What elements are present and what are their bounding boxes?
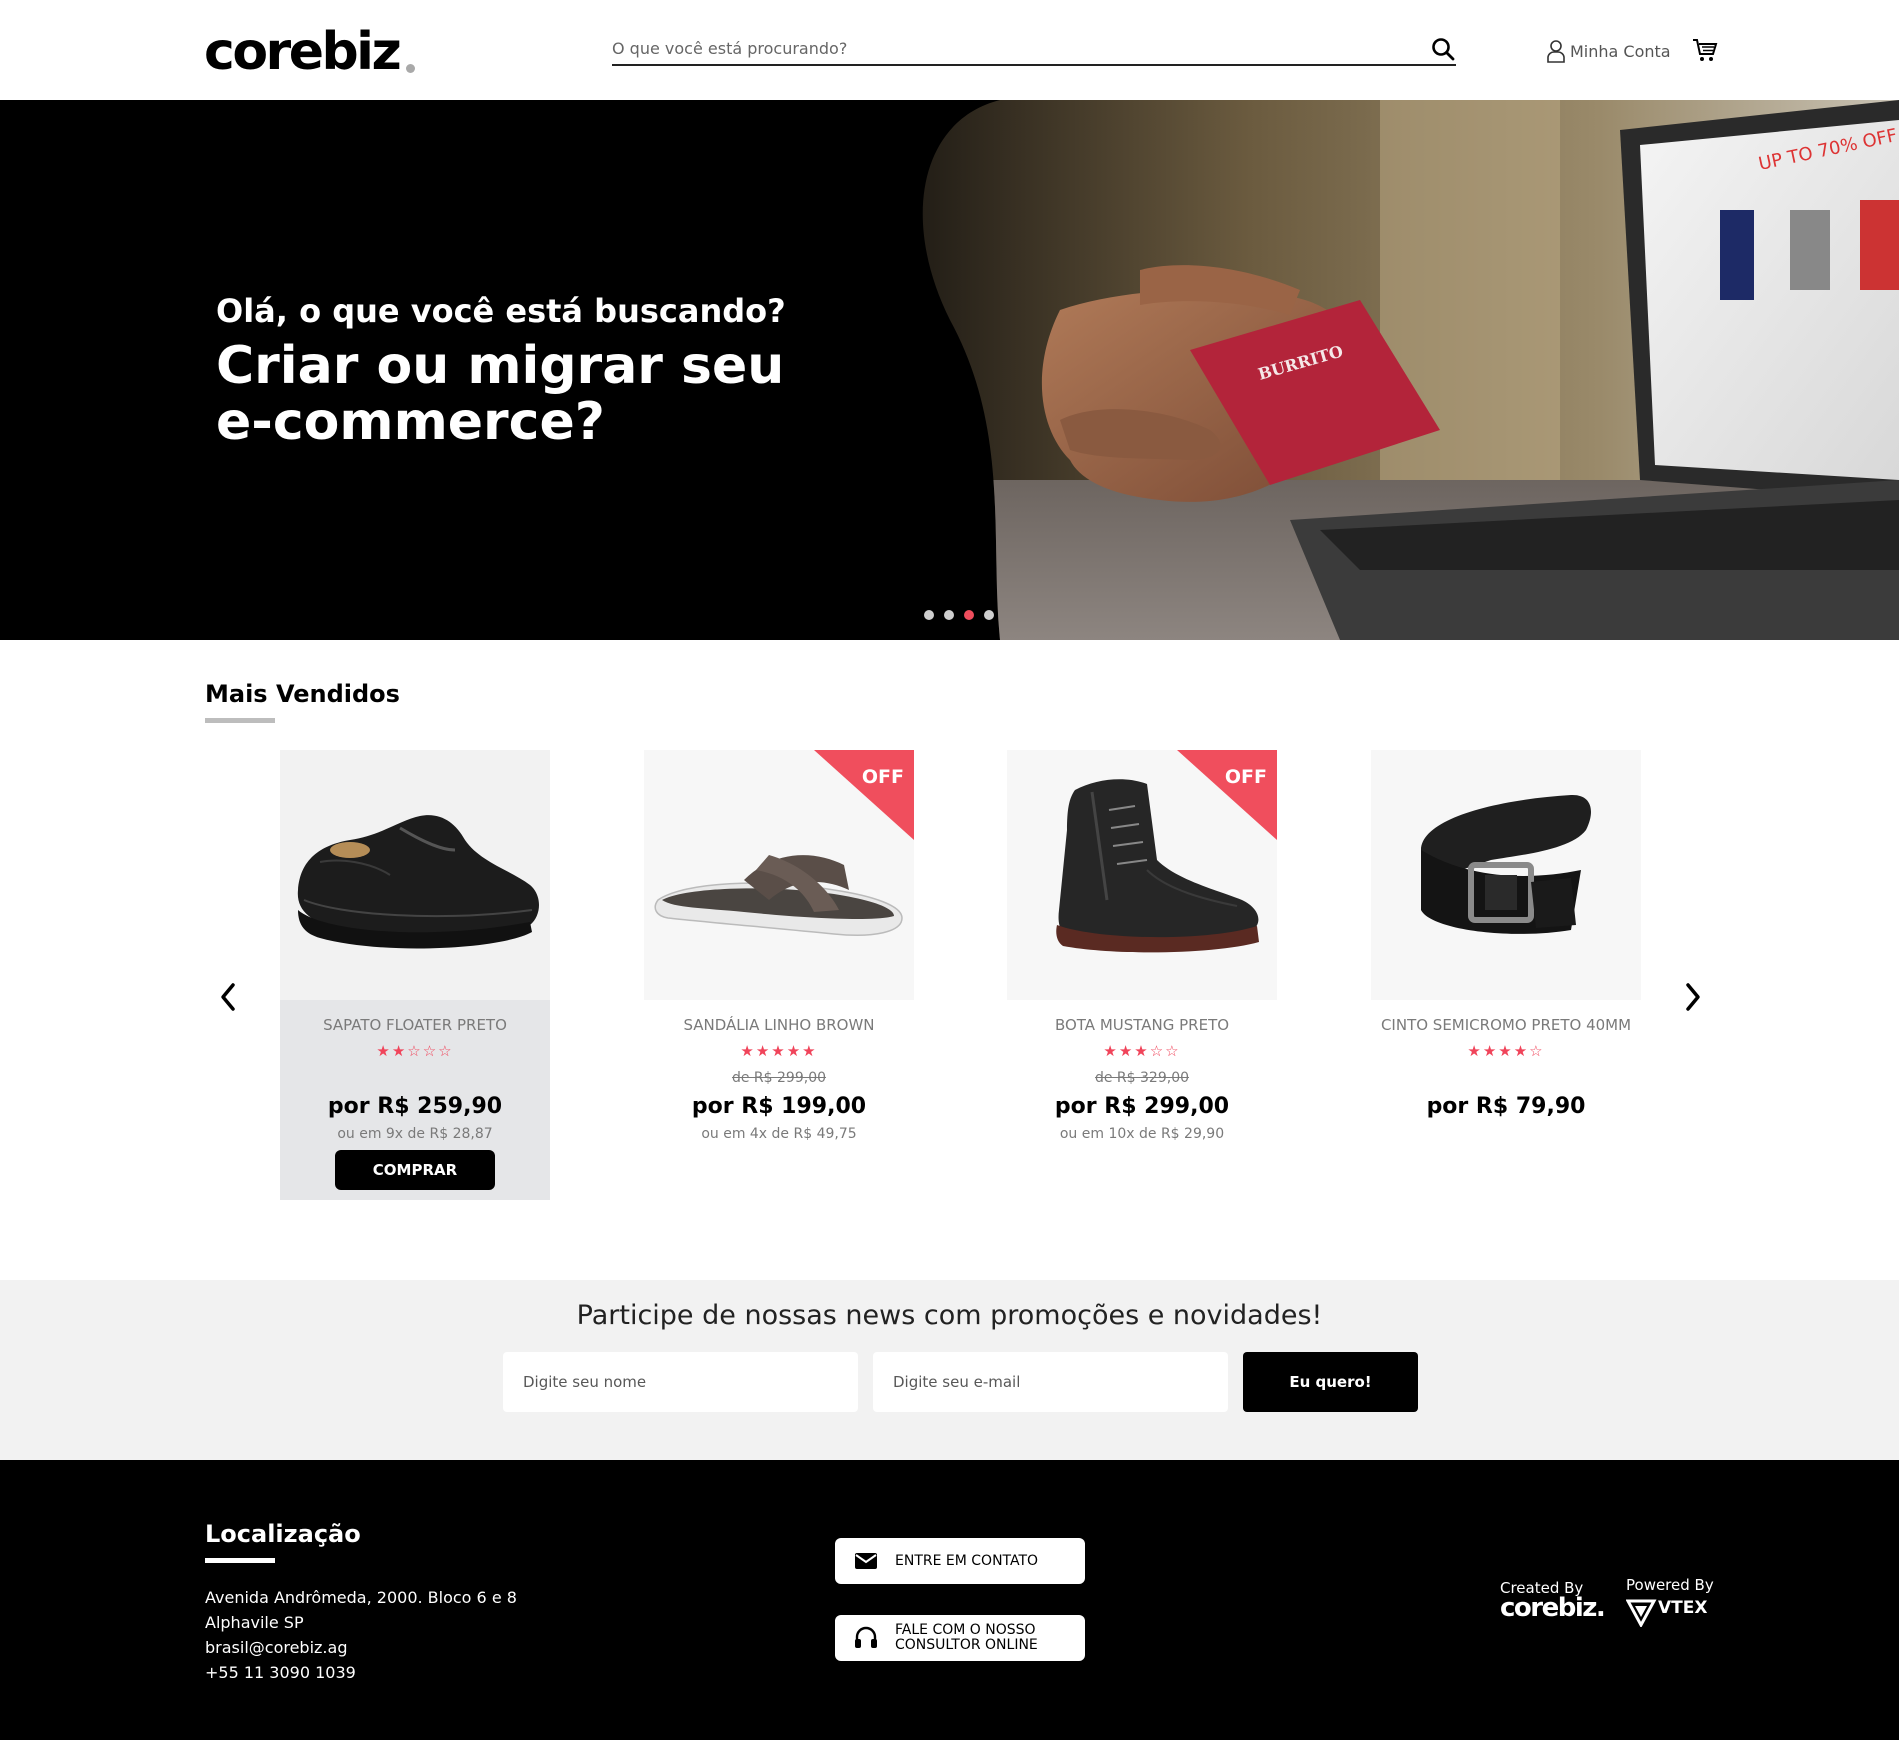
product-image[interactable] — [1371, 750, 1641, 1000]
product-price: por R$ 79,90 — [1426, 1094, 1586, 1119]
consultant-label-line-2: CONSULTOR ONLINE — [895, 1637, 1038, 1653]
user-icon — [1547, 40, 1565, 63]
carousel-dot-2[interactable] — [944, 610, 954, 620]
my-account-label: Minha Conta — [1570, 41, 1671, 61]
best-sellers-title: Mais Vendidos — [205, 680, 400, 708]
buy-button[interactable]: COMPRAR — [335, 1150, 495, 1190]
product-name[interactable]: SANDÁLIA LINHO BROWN — [644, 1016, 914, 1034]
carousel-dot-1[interactable] — [924, 610, 934, 620]
shoe-image — [297, 815, 539, 949]
product-image[interactable] — [280, 750, 550, 1000]
list-price: de R$ 329,00 — [1094, 1070, 1190, 1086]
newsletter-title: Participe de nossas news com promoções e… — [576, 1300, 1323, 1331]
product-card[interactable]: OFF BOTA MUSTANG PRETO ★★★☆☆ de R$ 329,0… — [1007, 750, 1277, 1200]
title-underline — [205, 718, 275, 723]
address-line-2: Alphavile SP — [205, 1613, 304, 1632]
corebiz-footer-logo[interactable]: corebiz. — [1500, 1593, 1606, 1623]
search-input[interactable] — [612, 34, 1392, 62]
product-image[interactable]: OFF — [644, 750, 914, 1000]
product-name[interactable]: SAPATO FLOATER PRETO — [280, 1016, 550, 1034]
contact-button-label: ENTRE EM CONTATO — [895, 1552, 1039, 1569]
product-card[interactable]: CINTO SEMICROMO PRETO 40MM ★★★★☆ por R$ … — [1371, 750, 1641, 1200]
contact-button[interactable]: ENTRE EM CONTATO — [835, 1538, 1085, 1584]
credits: Created By corebiz. Powered By VTEX — [1500, 1575, 1720, 1635]
rating-stars: ★★☆☆☆ — [376, 1042, 454, 1060]
list-price: de R$ 299,00 — [731, 1070, 827, 1086]
logo-dot — [406, 64, 415, 73]
off-badge: OFF — [814, 750, 914, 840]
carousel-dots — [924, 610, 994, 620]
carousel-dot-3[interactable] — [964, 610, 974, 620]
off-badge: OFF — [1177, 750, 1277, 840]
installments: ou em 4x de R$ 49,75 — [701, 1126, 857, 1142]
footer-email[interactable]: brasil@corebiz.ag — [205, 1635, 517, 1660]
rating-stars: ★★★☆☆ — [1103, 1042, 1181, 1060]
installments: ou em 9x de R$ 28,87 — [337, 1126, 493, 1142]
belt-image — [1421, 794, 1591, 934]
product-card[interactable]: OFF SANDÁLIA LINHO BROWN ★★★★★ de R$ 299… — [644, 750, 914, 1200]
search-bar — [612, 34, 1456, 66]
corebiz-logo[interactable]: corebiz — [204, 22, 402, 82]
product-name[interactable]: CINTO SEMICROMO PRETO 40MM — [1371, 1016, 1641, 1034]
address-line-1: Avenida Andrômeda, 2000. Bloco 6 e 8 — [205, 1588, 517, 1607]
product-image[interactable]: OFF — [1007, 750, 1277, 1000]
footer-phone[interactable]: +55 11 3090 1039 — [205, 1660, 517, 1685]
rating-stars: ★★★★☆ — [1467, 1042, 1545, 1060]
product-price: por R$ 199,00 — [691, 1094, 867, 1119]
address-block: Avenida Andrômeda, 2000. Bloco 6 e 8 Alp… — [205, 1585, 517, 1685]
consultant-button[interactable]: FALE COM O NOSSO CONSULTOR ONLINE — [835, 1615, 1085, 1661]
search-icon[interactable] — [1430, 36, 1456, 62]
product-name[interactable]: BOTA MUSTANG PRETO — [1007, 1016, 1277, 1034]
email-input[interactable] — [873, 1352, 1228, 1412]
carousel-dot-4[interactable] — [984, 610, 994, 620]
chevron-left-icon[interactable] — [214, 980, 242, 1014]
off-ribbon — [1177, 750, 1277, 840]
product-price: por R$ 259,90 — [327, 1094, 503, 1119]
newsletter-submit-button[interactable]: Eu quero! — [1243, 1352, 1418, 1412]
product-card[interactable]: SAPATO FLOATER PRETO ★★☆☆☆ por R$ 259,90… — [280, 750, 550, 1200]
site-footer: Localização Avenida Andrômeda, 2000. Blo… — [0, 1460, 1899, 1740]
rating-stars: ★★★★★ — [740, 1042, 818, 1060]
off-label: OFF — [861, 766, 904, 788]
mail-icon — [855, 1553, 877, 1569]
product-price: por R$ 299,00 — [1054, 1094, 1230, 1119]
hero-subtitle: Olá, o que você está buscando? — [216, 292, 786, 330]
consultant-label-line-1: FALE COM O NOSSO — [895, 1622, 1036, 1638]
location-underline — [205, 1558, 275, 1563]
chevron-right-icon[interactable] — [1679, 980, 1707, 1014]
hero-banner[interactable]: UP TO 70% OFF BURRITO Olá, o que você es… — [0, 100, 1899, 640]
vtex-label: VTEX — [1658, 1598, 1708, 1618]
my-account-link[interactable]: Minha Conta — [1546, 38, 1671, 64]
consultant-button-label: FALE COM O NOSSO CONSULTOR ONLINE — [895, 1623, 1038, 1653]
site-header: corebiz Minha Conta — [0, 0, 1899, 100]
powered-by-label: Powered By — [1626, 1576, 1714, 1594]
cart-icon[interactable] — [1692, 37, 1718, 63]
newsletter-section: Participe de nossas news com promoções e… — [0, 1280, 1899, 1460]
location-title: Localização — [205, 1520, 361, 1548]
off-label: OFF — [1224, 766, 1267, 788]
off-ribbon — [814, 750, 914, 840]
installments: ou em 10x de R$ 29,90 — [1059, 1126, 1225, 1142]
name-input[interactable] — [503, 1352, 858, 1412]
hero-title: Criar ou migrar seu e-commerce? — [216, 336, 785, 452]
headset-icon — [855, 1626, 877, 1648]
